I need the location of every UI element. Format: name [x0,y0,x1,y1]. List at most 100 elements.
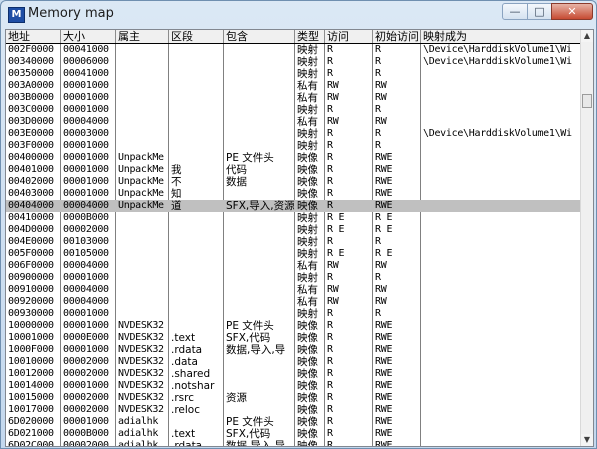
table-row[interactable]: 10001000 0000E000 NVDESK32 .text SFX,代码 映像 R RW… [6,332,582,344]
cell-owner [116,272,169,284]
cell-owner [116,104,169,116]
column-header-access[interactable]: 访问 [325,30,373,43]
cell-section: .reloc [171,404,200,416]
cell-contains [224,104,295,116]
table-row[interactable]: 006F0000 00004000 私有 RW RW [6,260,582,272]
cell-section [169,116,224,128]
table-row[interactable]: 10014000 00001000 NVDESK32 .notshar 映像 R RWE [6,380,582,392]
cell-section [169,308,224,320]
table-row[interactable]: 1000F000 00001000 NVDESK32 .rdata 数据,导入,导 映像 R… [6,344,582,356]
cell-address: 6D02C000 [8,440,54,447]
cell-initial-access: RWE [375,152,393,163]
table-row[interactable]: 00350000 00041000 映射 R R [6,68,582,80]
table-row[interactable]: 10012000 00002000 NVDESK32 .shared 映像 R RWE [6,368,582,380]
minimize-button[interactable]: — [502,3,528,20]
column-header-initial-access[interactable]: 初始访问 [373,30,421,43]
table-row[interactable]: 00900000 00001000 映射 R R [6,272,582,284]
table-row[interactable]: 6D021000 0000B000 adialhk .text SFX,代码 映像 R RWE [6,428,582,440]
column-header-section[interactable]: 区段 [169,30,224,43]
cell-address: 003C0000 [8,104,54,115]
cell-type: 映射 [297,224,318,236]
table-row[interactable]: 00410000 0000B000 映射 R E R E [6,212,582,224]
cell-mapped-as [421,92,582,104]
cell-access: R [327,308,333,319]
cell-section [169,80,224,92]
cell-size: 00001000 [63,272,109,283]
table-row[interactable]: 002F0000 00041000 映射 R R \Device\HarddiskVolu… [6,44,582,56]
cell-access: R [327,392,333,403]
cell-initial-access: RWE [375,440,393,447]
cell-contains [224,128,295,140]
cell-size: 00001000 [63,152,109,163]
cell-initial-access: RWE [375,188,393,199]
cell-owner: UnpackMe [118,188,164,199]
table-row[interactable]: 004E0000 00103000 映射 R R [6,236,582,248]
cell-size: 00002000 [63,440,109,447]
cell-initial-access: R [375,68,381,79]
cell-mapped-as [421,308,582,320]
table-row[interactable]: 00400000 00001000 UnpackMe PE 文件头 映像 R RWE [6,152,582,164]
column-header-type[interactable]: 类型 [295,30,325,43]
cell-type: 映像 [297,320,318,332]
cell-section [169,68,224,80]
column-header-mapped-as[interactable]: 映射成为 [421,30,582,43]
table-row-selected[interactable]: 00404000 00004000 UnpackMe 道 SFX,导入,资源 映像 R RWE [6,200,582,212]
table-row[interactable]: 00401000 00001000 UnpackMe 我 代码 映像 R RWE [6,164,582,176]
cell-mapped-as [421,80,582,92]
table-row[interactable]: 00402000 00001000 UnpackMe 不 数据 映像 R RWE [6,176,582,188]
table-row[interactable]: 10000000 00001000 NVDESK32 PE 文件头 映像 R RWE [6,320,582,332]
cell-type: 映像 [297,428,318,440]
table-row[interactable]: 10017000 00002000 NVDESK32 .reloc 映像 R RWE [6,404,582,416]
cell-contains [224,368,295,380]
cell-type: 映像 [297,416,318,428]
maximize-button[interactable]: □ [527,3,552,20]
memory-map-table: 地址 大小 属主 区段 包含 类型 访问 初始访问 映射成为 002F0000 0… [5,29,594,447]
cell-owner [116,236,169,248]
table-row[interactable]: 003B0000 00001000 私有 RW RW [6,92,582,104]
table-row[interactable]: 003A0000 00001000 私有 RW RW [6,80,582,92]
cell-size: 00006000 [63,56,109,67]
cell-contains: PE 文件头 [226,416,274,428]
table-row[interactable]: 00340000 00006000 映射 R R \Device\HarddiskVolu… [6,56,582,68]
cell-owner: NVDESK32 [118,392,164,403]
table-row[interactable]: 003F0000 00001000 映射 R R [6,140,582,152]
table-row[interactable]: 6D020000 00001000 adialhk PE 文件头 映像 R RWE [6,416,582,428]
cell-type: 映射 [297,308,318,320]
table-row[interactable]: 6D02C000 00002000 adialhk .rdata 数据,导入,导 映像 R R… [6,440,582,447]
title-bar[interactable]: M Memory map — □ ✕ [1,1,596,27]
cell-section [169,92,224,104]
cell-access: R [327,176,333,187]
cell-mapped-as [421,404,582,416]
table-row[interactable]: 004D0000 00002000 映射 R E R E [6,224,582,236]
vertical-scrollbar[interactable]: ▲ ▼ [580,30,593,446]
cell-section [169,56,224,68]
cell-contains [224,284,295,296]
scrollbar-thumb[interactable] [582,94,592,108]
column-header-size[interactable]: 大小 [61,30,116,43]
cell-section [169,128,224,140]
scroll-up-arrow-icon[interactable]: ▲ [581,30,593,42]
cell-size: 00004000 [63,284,109,295]
close-button[interactable]: ✕ [551,3,593,20]
cell-size: 00001000 [63,320,109,331]
table-row[interactable]: 00930000 00001000 映射 R R [6,308,582,320]
cell-access: R E [327,224,345,235]
table-row[interactable]: 003D0000 00004000 私有 RW RW [6,116,582,128]
table-row[interactable]: 003E0000 00003000 映射 R R \Device\HarddiskVolu… [6,128,582,140]
column-header-address[interactable]: 地址 [6,30,61,43]
table-row[interactable]: 003C0000 00001000 映射 R R [6,104,582,116]
cell-address: 003B0000 [8,92,54,103]
scroll-down-arrow-icon[interactable]: ▼ [581,434,593,446]
cell-type: 映像 [297,332,318,344]
table-row[interactable]: 00920000 00004000 私有 RW RW [6,296,582,308]
cell-initial-access: RWE [375,428,393,439]
table-row[interactable]: 10010000 00002000 NVDESK32 .data 映像 R RWE [6,356,582,368]
column-header-contains[interactable]: 包含 [224,30,295,43]
table-row[interactable]: 10015000 00002000 NVDESK32 .rsrc 资源 映像 R RWE [6,392,582,404]
table-row[interactable]: 00910000 00004000 私有 RW RW [6,284,582,296]
table-row[interactable]: 00403000 00001000 UnpackMe 知 映像 R RWE [6,188,582,200]
cell-mapped-as [421,284,582,296]
table-row[interactable]: 005F0000 00105000 映射 R E R E [6,248,582,260]
column-header-owner[interactable]: 属主 [116,30,169,43]
cell-mapped-as: \Device\HarddiskVolume1\Wi [423,44,572,55]
